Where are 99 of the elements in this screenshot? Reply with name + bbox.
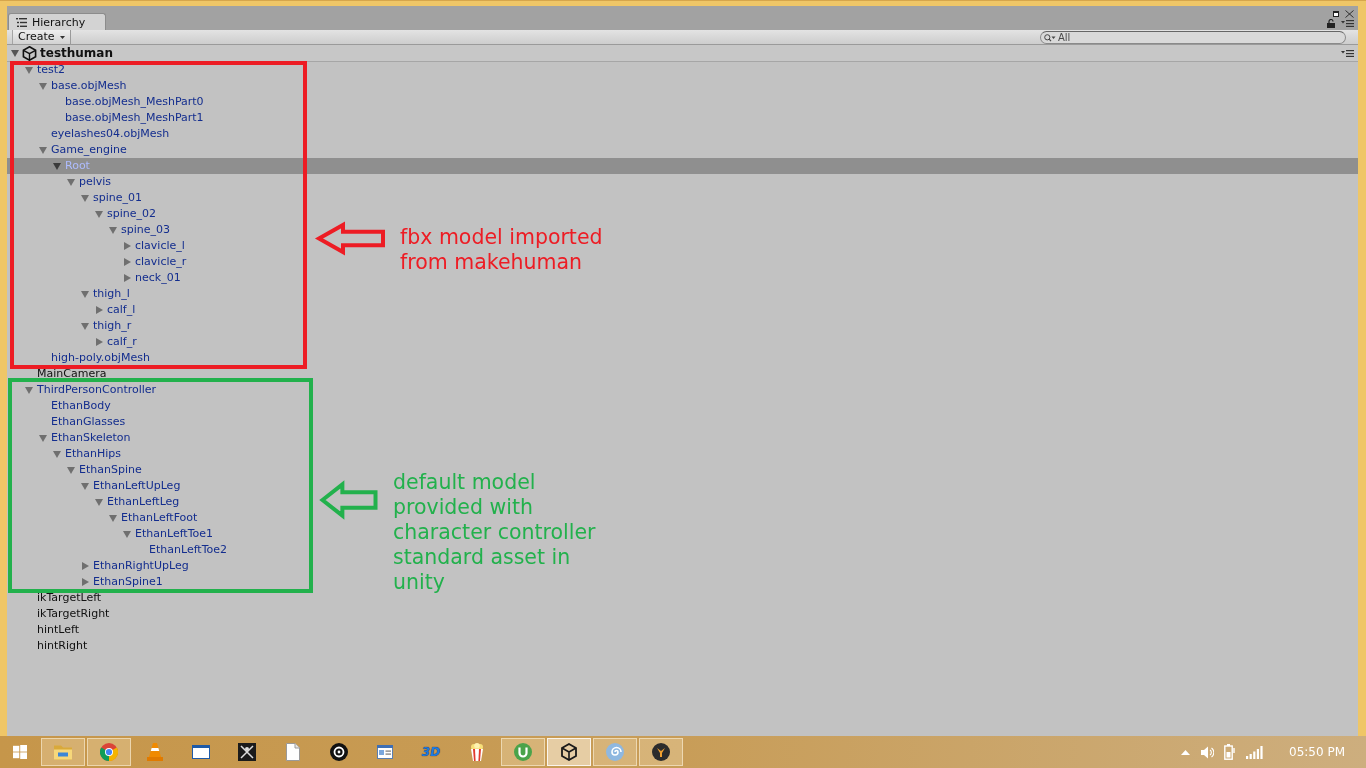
tree-item[interactable]: EthanHips — [53, 446, 121, 462]
battery-icon[interactable] — [1224, 744, 1236, 760]
cone-icon — [147, 743, 163, 761]
tree-item[interactable]: Game_engine — [39, 142, 127, 158]
create-button[interactable]: Create — [12, 30, 71, 44]
tree-item[interactable]: EthanRightUpLeg — [81, 558, 189, 574]
tree-item[interactable]: hintLeft — [37, 622, 79, 638]
caret-right-icon[interactable] — [95, 338, 103, 346]
caret-down-icon[interactable] — [81, 482, 89, 490]
tree-item[interactable]: ThirdPersonController — [25, 382, 157, 398]
caret-down-icon[interactable] — [109, 226, 117, 234]
arrow-icon — [316, 222, 386, 255]
tree-item[interactable]: clavicle_r — [123, 254, 187, 270]
tree-item[interactable]: EthanGlasses — [51, 414, 126, 430]
tree-item[interactable]: base.objMesh_MeshPart0 — [65, 94, 204, 110]
caret-icon — [59, 35, 65, 39]
tree-item[interactable]: spine_01 — [81, 190, 142, 206]
cube-icon — [561, 743, 577, 761]
tree-item[interactable]: calf_l — [95, 302, 136, 318]
tree-item[interactable]: EthanSkeleton — [39, 430, 131, 446]
tree-item[interactable]: ikTargetLeft — [37, 590, 102, 606]
cube-icon — [22, 45, 37, 61]
hierarchy-tab[interactable]: Hierarchy — [8, 13, 106, 30]
windows-icon — [13, 745, 27, 759]
arrow-icon — [320, 481, 378, 519]
caret-right-icon[interactable] — [123, 242, 131, 250]
document-icon — [286, 743, 300, 761]
caret-down-icon[interactable] — [39, 146, 47, 154]
caret-down-icon[interactable] — [123, 530, 131, 538]
caret-down-icon[interactable] — [81, 322, 89, 330]
lock-icon[interactable] — [1327, 19, 1335, 28]
caret-down-icon[interactable] — [25, 66, 33, 74]
tree-item[interactable]: EthanSpine1 — [81, 574, 163, 590]
tree-item[interactable]: EthanBody — [51, 398, 111, 414]
card-icon — [377, 745, 393, 759]
tree-item[interactable]: EthanLeftUpLeg — [81, 478, 181, 494]
tree-item[interactable]: EthanLeftLeg — [95, 494, 180, 510]
pinwheel-icon — [100, 743, 118, 761]
tile-icon — [238, 743, 256, 761]
caret-down-icon[interactable] — [81, 194, 89, 202]
caret-right-icon[interactable] — [81, 578, 89, 586]
menu-icon[interactable] — [1341, 49, 1354, 57]
folder-icon — [54, 743, 72, 761]
caret-down-icon[interactable] — [95, 210, 103, 218]
tree-item[interactable]: ikTargetRight — [37, 606, 110, 622]
caret-down-icon[interactable] — [25, 386, 33, 394]
caret-right-icon[interactable] — [81, 562, 89, 570]
speaker-icon[interactable] — [1201, 745, 1214, 759]
annotation-text: default model provided with character controller standard asset in unity — [393, 470, 596, 595]
caret-down-icon[interactable] — [67, 178, 75, 186]
tree-item[interactable]: thigh_l — [81, 286, 130, 302]
tree-item[interactable]: EthanSpine — [67, 462, 142, 478]
caret-right-icon[interactable] — [123, 258, 131, 266]
tree-item[interactable]: spine_03 — [109, 222, 170, 238]
caret-down-icon[interactable] — [53, 450, 61, 458]
signal-icon[interactable] — [1246, 745, 1263, 759]
tree-item[interactable]: spine_02 — [95, 206, 156, 222]
caret-down-icon[interactable] — [81, 290, 89, 298]
caret-icon[interactable] — [1181, 749, 1190, 755]
close-icon[interactable] — [1345, 10, 1354, 18]
maximize-icon[interactable] — [1333, 11, 1339, 17]
tree-item[interactable]: EthanLeftToe1 — [123, 526, 213, 542]
emblem-icon — [652, 743, 670, 761]
tree-item[interactable]: calf_r — [95, 334, 137, 350]
caret-down-icon[interactable] — [109, 514, 117, 522]
tree-item[interactable]: pelvis — [67, 174, 112, 190]
caret-down-icon[interactable] — [39, 434, 47, 442]
tree-item[interactable]: clavicle_l — [123, 238, 185, 254]
caret-down-icon[interactable] — [67, 466, 75, 474]
annotation-text: fbx model imported from makehuman — [400, 225, 603, 275]
tree-item[interactable]: EthanLeftToe2 — [149, 542, 227, 558]
target-icon — [330, 743, 348, 761]
swirl-icon — [606, 743, 624, 761]
tree-item[interactable]: MainCamera — [37, 366, 107, 382]
tree-item[interactable]: high-poly.objMesh — [51, 350, 150, 366]
caret-down-icon[interactable] — [39, 82, 47, 90]
caret-right-icon[interactable] — [95, 306, 103, 314]
tree-item[interactable]: eyelashes04.objMesh — [51, 126, 170, 142]
taskbar-button[interactable] — [639, 738, 683, 766]
window-icon — [192, 745, 210, 759]
tree-item[interactable]: hintRight — [37, 638, 88, 654]
caret-down-icon[interactable] — [53, 162, 61, 170]
menu-icon[interactable] — [1341, 20, 1354, 27]
tree-item[interactable]: base.objMesh — [39, 78, 127, 94]
tree-item[interactable]: neck_01 — [123, 270, 181, 286]
tree-item[interactable]: base.objMesh_MeshPart1 — [65, 110, 204, 126]
tree-item[interactable]: thigh_r — [81, 318, 132, 334]
scene-name: testhuman — [40, 46, 113, 60]
list-icon — [16, 17, 27, 27]
search-icon — [1044, 33, 1056, 42]
caret-right-icon[interactable] — [123, 274, 131, 282]
tree-item[interactable]: test2 — [25, 62, 66, 78]
caret-down-icon[interactable] — [11, 49, 19, 57]
search-field[interactable]: All — [1040, 30, 1346, 44]
caret-down-icon[interactable] — [95, 498, 103, 506]
tree-item[interactable]: EthanLeftFoot — [109, 510, 198, 526]
taskbar-button[interactable] — [547, 738, 591, 766]
disc-icon — [514, 743, 532, 761]
popcorn-icon — [470, 743, 484, 761]
